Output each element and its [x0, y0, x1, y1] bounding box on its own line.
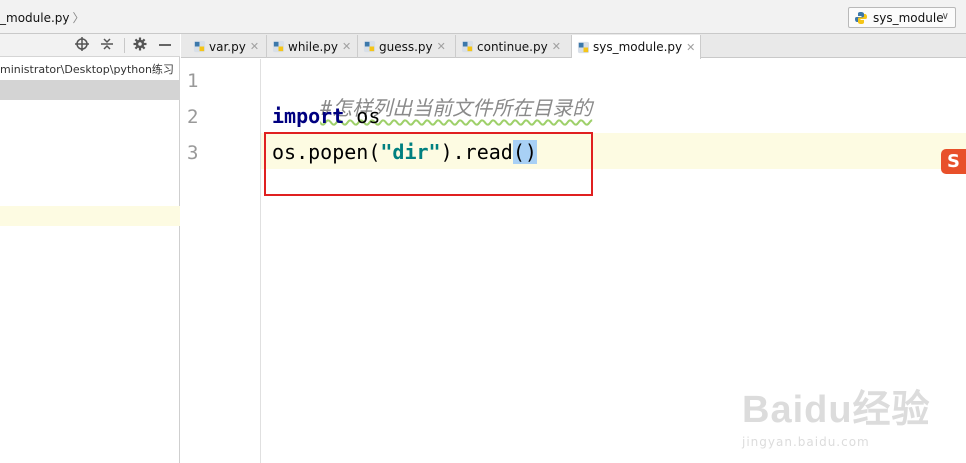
baidu-watermark: Baidu经验 jingyan.baidu.com [742, 378, 931, 449]
close-icon[interactable]: ✕ [552, 40, 561, 53]
line-number: 2 [187, 106, 199, 128]
code-keyword: import [272, 104, 345, 128]
tab-label: continue.py [477, 39, 548, 54]
breadcrumb[interactable]: _module.py 〉 [0, 9, 85, 26]
python-file-icon [363, 40, 376, 53]
tab-label: while.py [288, 39, 339, 54]
tab-label: guess.py [379, 39, 433, 54]
gear-icon[interactable] [132, 37, 148, 53]
toolbar-separator [124, 38, 125, 53]
close-icon[interactable]: ✕ [686, 41, 695, 54]
line-number: 3 [187, 142, 199, 164]
line-number-gutter: 1 2 3 [181, 59, 261, 463]
watermark-url: jingyan.baidu.com [742, 435, 870, 449]
project-root-path[interactable]: ministrator\Desktop\python练习 [0, 61, 174, 77]
watermark-logo-text: Baidu经验 [742, 389, 931, 431]
minimize-icon[interactable] [157, 37, 173, 53]
project-toolbar [0, 34, 180, 57]
code-line-2[interactable]: import os [272, 104, 380, 128]
python-file-icon [577, 41, 590, 53]
tab-continue-py[interactable]: continue.py ✕ [456, 35, 572, 58]
project-tree-current-row[interactable] [0, 206, 180, 226]
project-panel: ministrator\Desktop\python练习 [0, 34, 180, 463]
chevron-down-icon[interactable]: ∨ [942, 11, 949, 22]
target-icon[interactable] [74, 37, 90, 53]
project-tree-selected-row[interactable] [0, 80, 180, 100]
tab-sys-module-py[interactable]: sys_module.py ✕ [572, 35, 701, 59]
tab-while-py[interactable]: while.py ✕ [267, 35, 358, 58]
navigation-bar: _module.py 〉 sys_module ∨ [0, 0, 966, 34]
python-file-icon [193, 40, 206, 53]
chevron-right-icon: 〉 [72, 11, 85, 25]
collapse-icon[interactable] [99, 37, 115, 53]
breadcrumb-file[interactable]: _module.py [0, 11, 70, 25]
run-configuration-select[interactable]: sys_module ∨ [848, 7, 956, 28]
python-file-icon [461, 40, 474, 53]
highlight-annotation-box [264, 132, 593, 196]
code-identifier: os [344, 104, 381, 128]
tab-label: sys_module.py [593, 40, 683, 54]
python-file-icon [272, 40, 285, 53]
tab-label: var.py [209, 39, 246, 54]
close-icon[interactable]: ✕ [342, 40, 351, 53]
editor-tabs: var.py ✕ while.py ✕ guess.py ✕ continue.… [181, 34, 966, 59]
close-icon[interactable]: ✕ [437, 40, 446, 53]
run-configuration-label: sys_module [873, 10, 944, 25]
line-number: 1 [187, 70, 199, 92]
sogou-input-icon[interactable]: S [941, 149, 966, 174]
tab-var-py[interactable]: var.py ✕ [188, 35, 267, 58]
close-icon[interactable]: ✕ [250, 40, 259, 53]
python-file-icon [855, 11, 867, 24]
tab-guess-py[interactable]: guess.py ✕ [358, 35, 456, 58]
